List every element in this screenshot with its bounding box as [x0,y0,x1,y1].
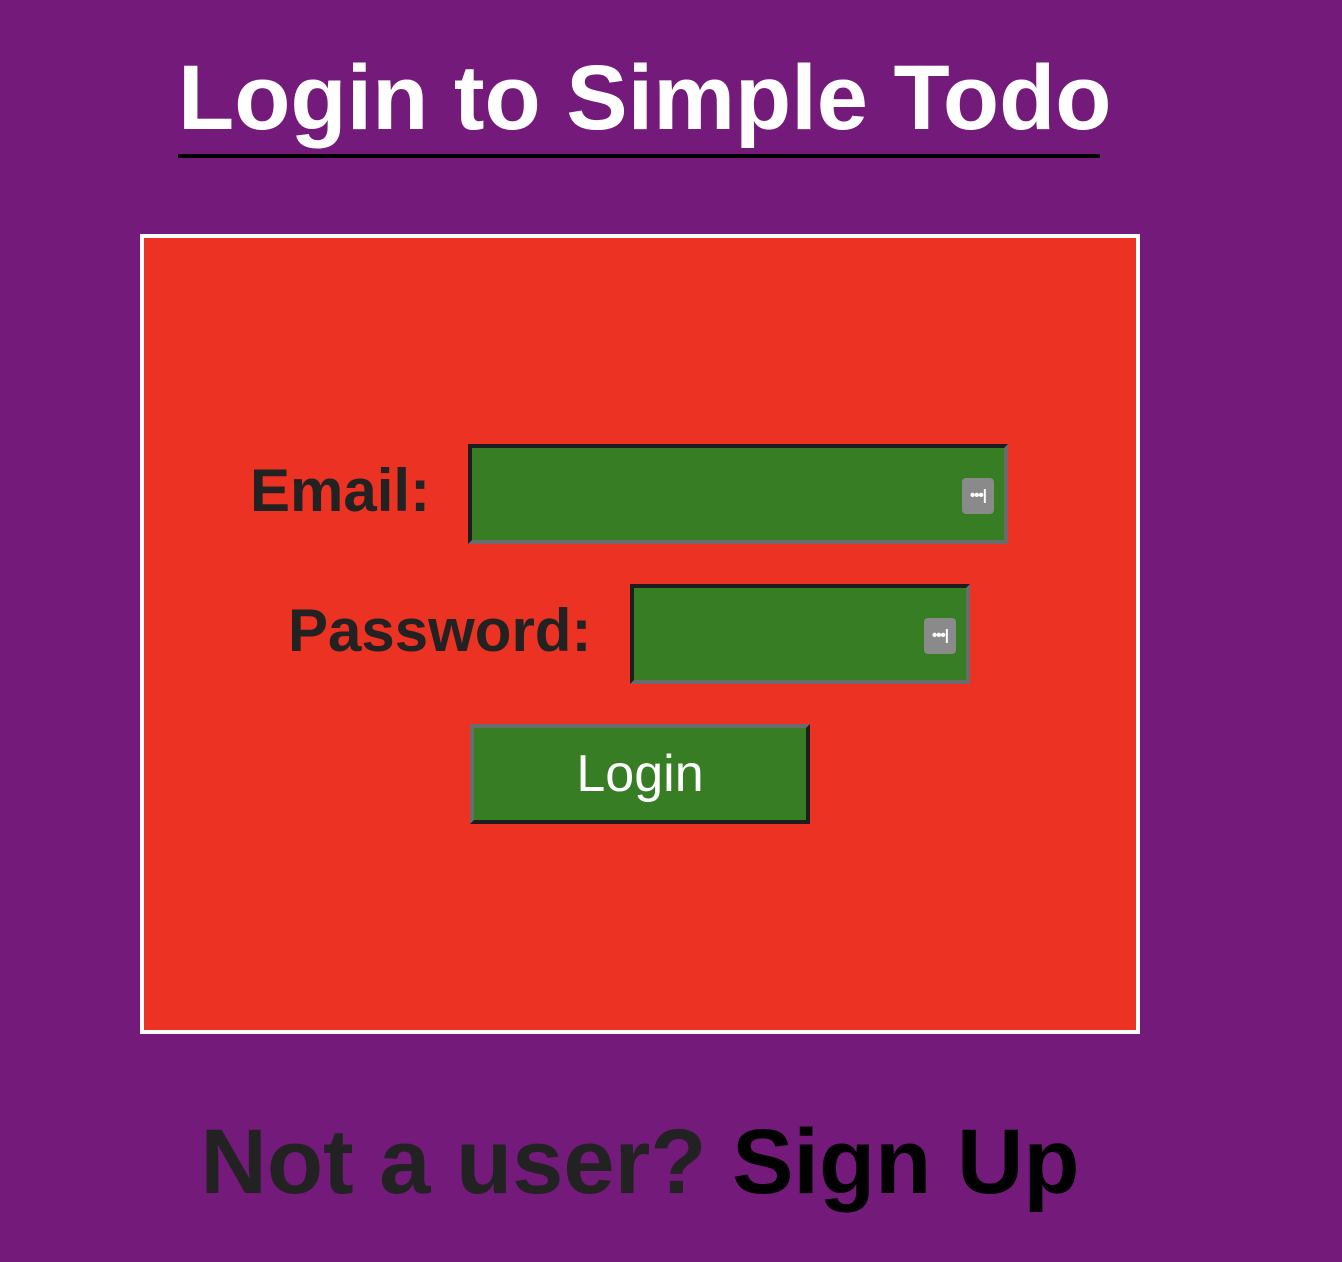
password-label: Password: [288,597,592,664]
email-label: Email: [250,457,431,524]
signup-link[interactable]: Sign Up [732,1111,1080,1213]
password-autofill-icon[interactable]: •••| [924,618,956,654]
email-field[interactable]: •••| [468,444,1008,544]
login-button[interactable]: Login [470,724,810,824]
password-field[interactable]: •••| [630,584,970,684]
page-title: Login to Simple Todo [178,48,1111,158]
signup-prompt-text: Not a user? [200,1111,707,1213]
password-autofill-icon[interactable]: •••| [962,478,994,514]
signup-prompt-line: Not a user? Sign Up [0,1110,1280,1214]
